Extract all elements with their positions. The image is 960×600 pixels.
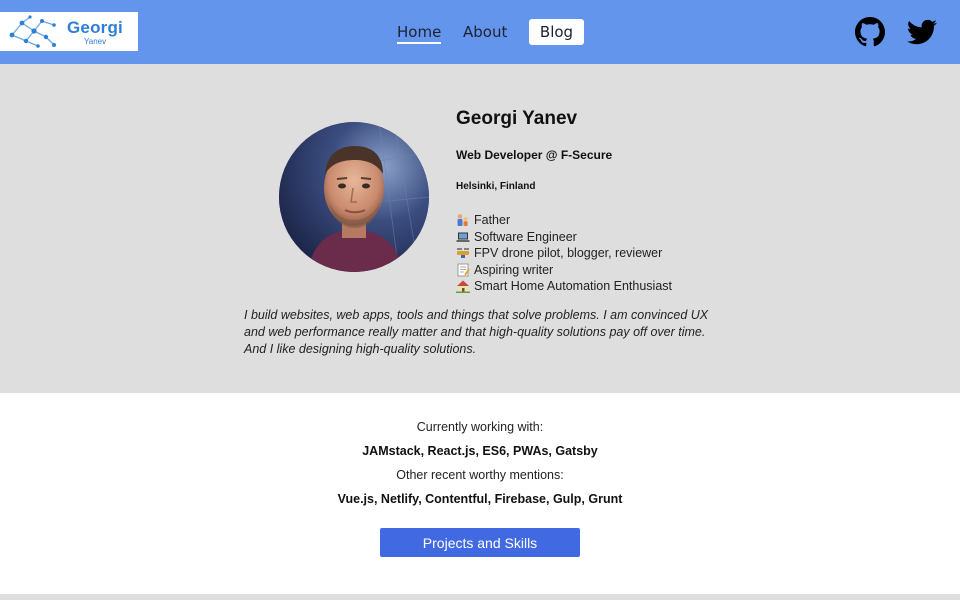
github-icon (855, 17, 885, 47)
memo-icon (457, 263, 470, 277)
current-skills-heading: Currently working with: (416, 420, 544, 434)
drone-icon (457, 248, 469, 259)
house-icon (456, 280, 470, 294)
twitter-icon (907, 19, 937, 45)
list-item: Aspiring writer (456, 262, 672, 279)
trait-label: Aspiring writer (474, 262, 554, 277)
family-icon (457, 214, 468, 227)
profile-location: Helsinki, Finland (456, 181, 536, 192)
traits-list: Father Software Engineer FPV drone pilot… (456, 212, 672, 295)
current-skills-list: JAMstack, React.js, ES6, PWAs, Gatsby (362, 444, 598, 458)
list-item: Father (456, 212, 672, 229)
profile-bio: I build websites, web apps, tools and th… (244, 308, 709, 356)
skills-section: Currently working with: JAMstack, React.… (0, 393, 960, 594)
nav-blog-link[interactable]: Blog (529, 19, 584, 45)
profile-avatar (279, 122, 429, 272)
laptop-icon (456, 232, 470, 242)
profile-photo (279, 122, 429, 272)
nav-home-link[interactable]: Home (397, 18, 442, 44)
twitter-link[interactable] (907, 17, 937, 47)
github-link[interactable] (855, 17, 885, 47)
other-skills-heading: Other recent worthy mentions: (396, 468, 564, 482)
trait-label: Software Engineer (474, 229, 577, 244)
footer-divider (0, 594, 960, 600)
site-header: Georgi Yanev Home About Blog (0, 0, 960, 64)
trait-label: Father (474, 213, 511, 227)
list-item: Software Engineer (456, 229, 672, 246)
site-logo-link[interactable]: Georgi Yanev (0, 12, 138, 51)
logo-name: Georgi (67, 18, 123, 37)
other-skills-list: Vue.js, Netlify, Contentful, Firebase, G… (337, 492, 623, 506)
nav-about-link[interactable]: About (463, 18, 507, 46)
trait-label: FPV drone pilot, blogger, reviewer (474, 246, 663, 260)
list-item: FPV drone pilot, blogger, reviewer (456, 245, 672, 262)
trait-label: Smart Home Automation Enthusiast (474, 279, 673, 293)
logo-subtitle: Yanev (84, 37, 107, 46)
constellation-logo-icon (9, 15, 56, 48)
profile-name: Georgi Yanev (456, 108, 578, 129)
projects-and-skills-button[interactable]: Projects and Skills (380, 528, 580, 557)
profile-role: Web Developer @ F-Secure (456, 148, 613, 162)
profile-section: Georgi Yanev Web Developer @ F-Secure He… (0, 64, 960, 393)
list-item: Smart Home Automation Enthusiast (456, 278, 672, 295)
